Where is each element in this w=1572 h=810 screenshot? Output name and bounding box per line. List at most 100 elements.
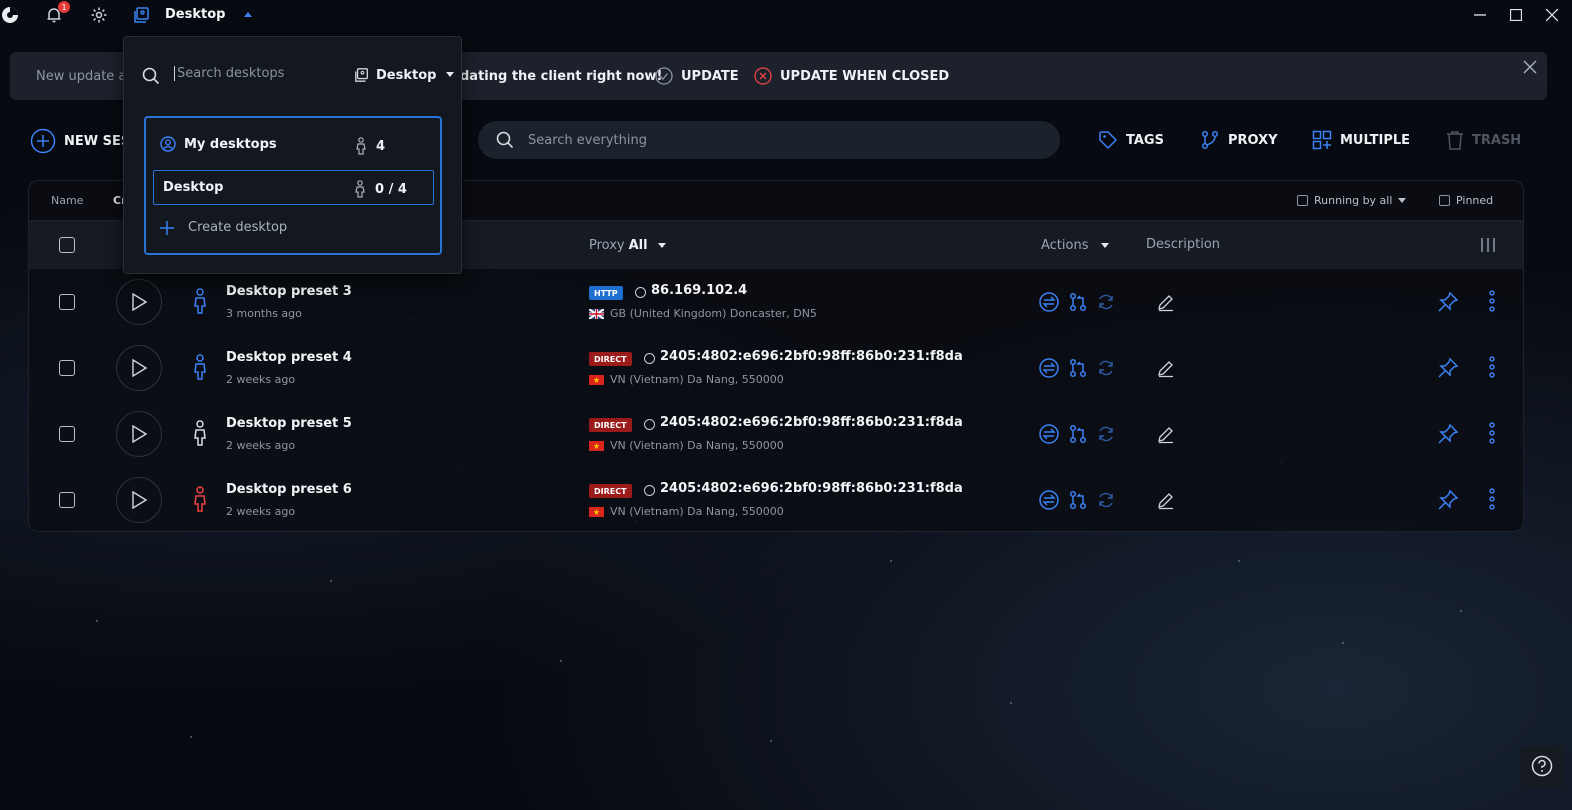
tags-button[interactable]: TAGS bbox=[1098, 130, 1164, 150]
proxy-location: VN (Vietnam) Da Nang, 550000 bbox=[610, 373, 784, 386]
play-button[interactable] bbox=[116, 477, 162, 523]
x-circle-icon bbox=[754, 67, 772, 85]
table-row[interactable]: Desktop preset 3 3 months ago HTTP 86.16… bbox=[29, 269, 1523, 335]
pin-icon[interactable] bbox=[1437, 291, 1459, 313]
new-session-button[interactable]: NEW SES bbox=[30, 128, 130, 154]
table-row[interactable]: Desktop preset 6 2 weeks ago DIRECT 2405… bbox=[29, 467, 1523, 533]
person-icon bbox=[356, 137, 366, 155]
gear-icon[interactable] bbox=[89, 5, 109, 25]
close-banner-icon[interactable] bbox=[1523, 60, 1539, 76]
proxy-branch-icon[interactable] bbox=[1067, 423, 1089, 445]
desktop-switcher-icon[interactable] bbox=[132, 5, 152, 25]
pinned-filter-label: Pinned bbox=[1456, 194, 1494, 207]
my-desktops-group[interactable]: My desktops bbox=[160, 136, 277, 152]
proxy-branch-icon[interactable] bbox=[1067, 291, 1089, 313]
proxy-column-header[interactable]: Proxy All bbox=[589, 238, 666, 253]
more-options-icon[interactable] bbox=[1481, 422, 1503, 444]
play-button[interactable] bbox=[116, 279, 162, 325]
profile-person-icon bbox=[194, 486, 206, 512]
swap-icon[interactable] bbox=[1038, 423, 1060, 445]
refresh-icon[interactable] bbox=[1095, 423, 1117, 445]
running-checkbox[interactable] bbox=[1297, 195, 1308, 206]
more-options-icon[interactable] bbox=[1481, 488, 1503, 510]
close-window-button[interactable] bbox=[1540, 4, 1564, 26]
question-circle-icon bbox=[1531, 755, 1553, 777]
proxy-type-badge: DIRECT bbox=[589, 418, 632, 432]
sort-name[interactable]: Name bbox=[51, 194, 83, 207]
column-settings-icon[interactable] bbox=[1481, 237, 1495, 257]
row-checkbox[interactable] bbox=[59, 492, 75, 508]
actions-column-label: Actions bbox=[1041, 238, 1089, 253]
proxy-type-badge: DIRECT bbox=[589, 352, 632, 366]
refresh-icon[interactable] bbox=[1095, 291, 1117, 313]
row-checkbox[interactable] bbox=[59, 426, 75, 442]
proxy-location: GB (United Kingdom) Doncaster, DN5 bbox=[610, 307, 817, 320]
my-desktops-label: My desktops bbox=[184, 136, 277, 152]
proxy-status-icon bbox=[644, 419, 655, 430]
global-search-bar[interactable] bbox=[478, 121, 1060, 159]
proxy-branch-icon[interactable] bbox=[1067, 357, 1089, 379]
desktop-item-count: 0 / 4 bbox=[355, 180, 407, 198]
multiple-label: MULTIPLE bbox=[1340, 132, 1411, 148]
edit-description-icon[interactable] bbox=[1155, 357, 1177, 379]
minimize-window-button[interactable] bbox=[1468, 4, 1492, 26]
desktop-item-name: Desktop bbox=[163, 180, 224, 195]
swap-icon[interactable] bbox=[1038, 291, 1060, 313]
select-all-checkbox[interactable] bbox=[59, 237, 75, 253]
update-button[interactable]: UPDATE bbox=[655, 66, 739, 86]
proxy-label: PROXY bbox=[1228, 132, 1278, 148]
running-by-all-filter[interactable]: Running by all bbox=[1297, 194, 1407, 207]
proxy-status-icon bbox=[635, 287, 646, 298]
edit-description-icon[interactable] bbox=[1155, 489, 1177, 511]
create-desktop-button[interactable]: Create desktop bbox=[160, 220, 287, 235]
row-checkbox[interactable] bbox=[59, 294, 75, 310]
more-options-icon[interactable] bbox=[1481, 356, 1503, 378]
multiple-button[interactable]: MULTIPLE bbox=[1312, 130, 1410, 150]
pin-icon[interactable] bbox=[1437, 423, 1459, 445]
refresh-icon[interactable] bbox=[1095, 489, 1117, 511]
edit-description-icon[interactable] bbox=[1155, 291, 1177, 313]
desktop-select[interactable]: Desktop bbox=[354, 67, 455, 83]
play-icon bbox=[132, 491, 147, 509]
global-search-input[interactable] bbox=[528, 132, 1008, 148]
proxy-button[interactable]: PROXY bbox=[1200, 130, 1278, 150]
swap-icon[interactable] bbox=[1038, 489, 1060, 511]
trash-icon bbox=[1447, 131, 1463, 150]
play-button[interactable] bbox=[116, 411, 162, 457]
update-when-closed-button[interactable]: UPDATE WHEN CLOSED bbox=[754, 66, 949, 86]
proxy-ip: 2405:4802:e696:2bf0:98ff:86b0:231:f8da bbox=[660, 415, 963, 430]
desktop-icon bbox=[355, 68, 368, 82]
current-desktop-label[interactable]: Desktop bbox=[165, 7, 225, 22]
desktop-list-item[interactable]: Desktop 0 / 4 bbox=[153, 170, 434, 205]
desktop-search-input[interactable] bbox=[174, 66, 334, 81]
more-options-icon[interactable] bbox=[1481, 290, 1503, 312]
pin-icon[interactable] bbox=[1437, 489, 1459, 511]
pinned-checkbox[interactable] bbox=[1439, 195, 1450, 206]
table-row[interactable]: Desktop preset 4 2 weeks ago DIRECT 2405… bbox=[29, 335, 1523, 401]
proxy-type-badge: HTTP bbox=[589, 286, 623, 300]
edit-description-icon[interactable] bbox=[1155, 423, 1177, 445]
session-name: Desktop preset 4 bbox=[226, 350, 352, 365]
table-row[interactable]: Desktop preset 5 2 weeks ago DIRECT 2405… bbox=[29, 401, 1523, 467]
swap-icon[interactable] bbox=[1038, 357, 1060, 379]
refresh-icon[interactable] bbox=[1095, 357, 1117, 379]
pin-icon[interactable] bbox=[1437, 357, 1459, 379]
maximize-window-button[interactable] bbox=[1504, 4, 1528, 26]
play-icon bbox=[132, 359, 147, 377]
app-logo-icon[interactable] bbox=[0, 5, 20, 25]
session-time: 2 weeks ago bbox=[226, 439, 296, 452]
actions-column-header[interactable]: Actions bbox=[1041, 238, 1109, 253]
desktop-list: My desktops 4 Desktop 0 / 4 Create deskt… bbox=[144, 116, 442, 255]
pinned-filter[interactable]: Pinned bbox=[1439, 194, 1493, 207]
bell-icon[interactable]: 1 bbox=[44, 1, 70, 25]
row-checkbox[interactable] bbox=[59, 360, 75, 376]
my-desktops-count: 4 bbox=[356, 137, 385, 155]
proxy-column-label: Proxy bbox=[589, 238, 625, 253]
play-button[interactable] bbox=[116, 345, 162, 391]
proxy-branch-icon[interactable] bbox=[1067, 489, 1089, 511]
multiple-grid-icon bbox=[1312, 130, 1332, 150]
description-column-header: Description bbox=[1146, 237, 1221, 252]
proxy-filter-value[interactable]: All bbox=[629, 238, 648, 253]
help-button[interactable] bbox=[1520, 746, 1564, 786]
trash-button[interactable]: TRASH bbox=[1446, 130, 1521, 150]
